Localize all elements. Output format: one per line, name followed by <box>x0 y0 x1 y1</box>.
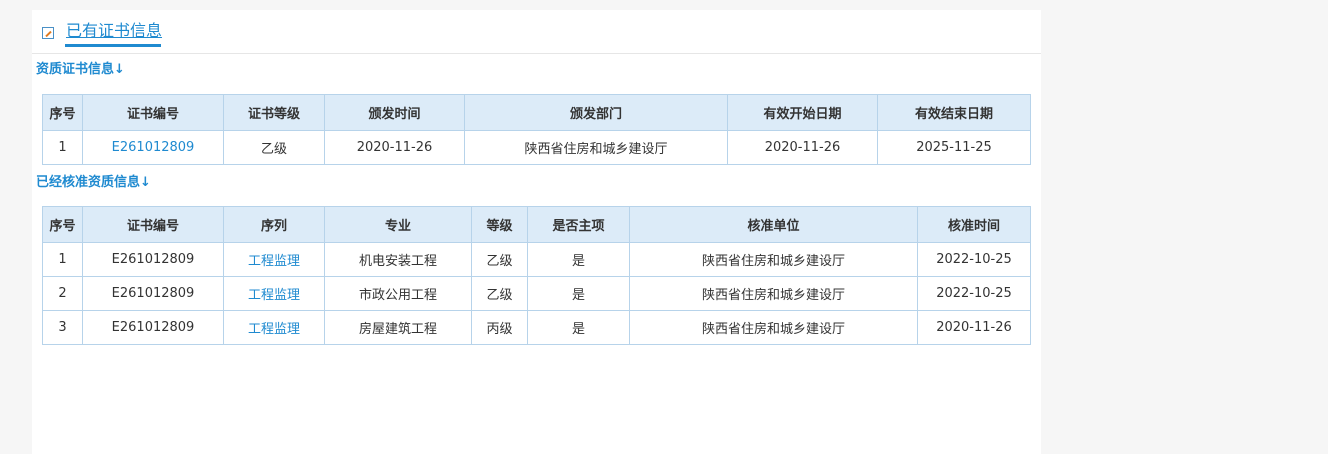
row-index: 1 <box>42 242 83 277</box>
sequence-link[interactable]: 工程监理 <box>223 310 325 345</box>
issuing-department: 陕西省住房和城乡建设厅 <box>464 130 728 165</box>
approving-unit: 陕西省住房和城乡建设厅 <box>629 310 918 345</box>
column-header: 颁发时间 <box>324 94 465 131</box>
tab-existing-certificates[interactable]: 已有证书信息 <box>66 20 162 42</box>
column-header: 证书等级 <box>223 94 325 131</box>
certificate-number: E261012809 <box>82 310 224 345</box>
sequence-link[interactable]: 工程监理 <box>223 242 325 277</box>
column-header: 序号 <box>42 94 83 131</box>
column-header: 有效开始日期 <box>727 94 878 131</box>
approval-date: 2022-10-25 <box>917 276 1031 311</box>
column-header: 证书编号 <box>82 206 224 243</box>
table-row: 2 E261012809 工程监理 市政公用工程 乙级 是 陕西省住房和城乡建设… <box>42 276 1031 311</box>
grade: 乙级 <box>471 276 528 311</box>
is-main-item: 是 <box>527 242 630 277</box>
specialty: 市政公用工程 <box>324 276 472 311</box>
certificate-number: E261012809 <box>82 276 224 311</box>
approved-qualification-table: 序号 证书编号 序列 专业 等级 是否主项 核准单位 核准时间 1 E26101… <box>42 206 1031 345</box>
grade: 丙级 <box>471 310 528 345</box>
table-row: 3 E261012809 工程监理 房屋建筑工程 丙级 是 陕西省住房和城乡建设… <box>42 310 1031 345</box>
column-header: 颁发部门 <box>464 94 728 131</box>
certificate-number-link[interactable]: E261012809 <box>82 130 224 165</box>
column-header: 核准单位 <box>629 206 918 243</box>
sequence-link[interactable]: 工程监理 <box>223 276 325 311</box>
column-header: 序列 <box>223 206 325 243</box>
is-main-item: 是 <box>527 310 630 345</box>
left-gutter <box>0 10 18 454</box>
edit-icon <box>42 27 54 39</box>
valid-end-date: 2025-11-25 <box>877 130 1031 165</box>
row-index: 1 <box>42 130 83 165</box>
table-header-row: 序号 证书编号 序列 专业 等级 是否主项 核准单位 核准时间 <box>42 206 1031 243</box>
row-index: 2 <box>42 276 83 311</box>
certificate-grade: 乙级 <box>223 130 325 165</box>
table-row: 1 E261012809 乙级 2020-11-26 陕西省住房和城乡建设厅 2… <box>42 130 1031 165</box>
column-header: 证书编号 <box>82 94 224 131</box>
grade: 乙级 <box>471 242 528 277</box>
approving-unit: 陕西省住房和城乡建设厅 <box>629 276 918 311</box>
column-header: 专业 <box>324 206 472 243</box>
panel-header: 已有证书信息 <box>32 10 1041 54</box>
content-panel: 已有证书信息 资质证书信息↓ 序号 证书编号 证书等级 颁发时间 颁发部门 有效… <box>32 10 1041 454</box>
specialty: 房屋建筑工程 <box>324 310 472 345</box>
qualification-section-title: 资质证书信息↓ <box>36 62 125 77</box>
table-row: 1 E261012809 工程监理 机电安装工程 乙级 是 陕西省住房和城乡建设… <box>42 242 1031 277</box>
column-header: 核准时间 <box>917 206 1031 243</box>
approval-date: 2022-10-25 <box>917 242 1031 277</box>
approving-unit: 陕西省住房和城乡建设厅 <box>629 242 918 277</box>
table-header-row: 序号 证书编号 证书等级 颁发时间 颁发部门 有效开始日期 有效结束日期 <box>42 94 1031 131</box>
column-header: 等级 <box>471 206 528 243</box>
approval-date: 2020-11-26 <box>917 310 1031 345</box>
specialty: 机电安装工程 <box>324 242 472 277</box>
column-header: 是否主项 <box>527 206 630 243</box>
active-tab-underline <box>65 44 161 47</box>
approved-section-title: 已经核准资质信息↓ <box>36 175 151 190</box>
top-strip <box>0 0 1328 10</box>
qualification-table: 序号 证书编号 证书等级 颁发时间 颁发部门 有效开始日期 有效结束日期 1 E… <box>42 94 1031 165</box>
row-index: 3 <box>42 310 83 345</box>
is-main-item: 是 <box>527 276 630 311</box>
valid-start-date: 2020-11-26 <box>727 130 878 165</box>
certificate-number: E261012809 <box>82 242 224 277</box>
column-header: 序号 <box>42 206 83 243</box>
column-header: 有效结束日期 <box>877 94 1031 131</box>
issue-date: 2020-11-26 <box>324 130 465 165</box>
